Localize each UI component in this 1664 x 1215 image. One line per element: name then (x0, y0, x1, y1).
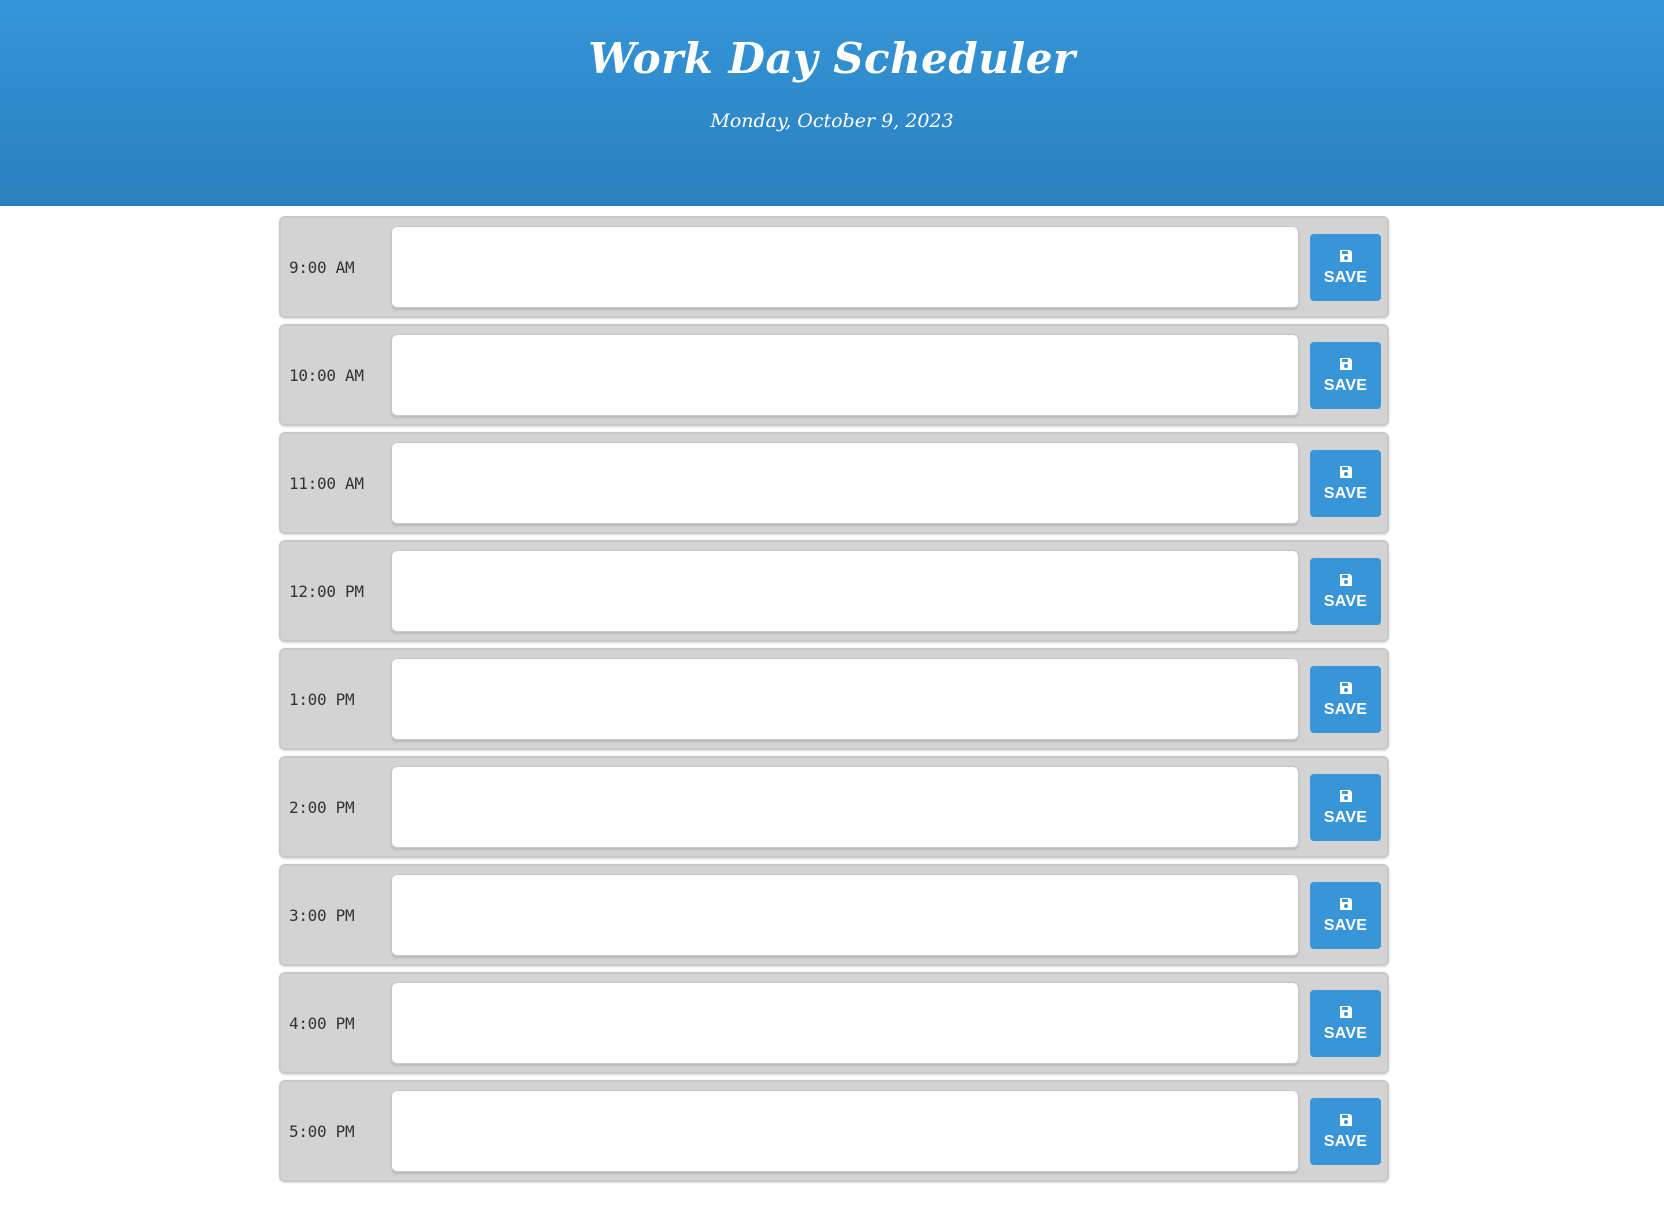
event-description-input[interactable] (391, 766, 1299, 848)
event-description-input[interactable] (391, 982, 1299, 1064)
save-icon (1339, 465, 1352, 478)
save-button[interactable]: SAVE (1310, 450, 1381, 517)
save-icon (1339, 249, 1352, 262)
save-button[interactable]: SAVE (1310, 774, 1381, 841)
event-description-input[interactable] (391, 334, 1299, 416)
save-button[interactable]: SAVE (1310, 666, 1381, 733)
time-block-5pm: 5:00 PM SAVE (279, 1080, 1389, 1182)
time-block-10am: 10:00 AM SAVE (279, 324, 1389, 426)
save-icon (1339, 1005, 1352, 1018)
event-description-input[interactable] (391, 658, 1299, 740)
hour-label: 10:00 AM (289, 365, 364, 385)
save-button[interactable]: SAVE (1310, 558, 1381, 625)
current-date: Monday, October 9, 2023 (710, 110, 954, 132)
save-button[interactable]: SAVE (1310, 882, 1381, 949)
save-button-label: SAVE (1323, 268, 1368, 286)
save-icon (1339, 789, 1352, 802)
page-header: Work Day Scheduler Monday, October 9, 20… (0, 0, 1664, 206)
hour-label: 2:00 PM (289, 797, 355, 817)
save-button[interactable]: SAVE (1310, 1098, 1381, 1165)
time-block-3pm: 3:00 PM SAVE (279, 864, 1389, 966)
hour-label: 1:00 PM (289, 689, 355, 709)
hour-label: 5:00 PM (289, 1121, 355, 1141)
hour-label: 4:00 PM (289, 1013, 355, 1033)
time-block-9am: 9:00 AM SAVE (279, 216, 1389, 318)
save-button-label: SAVE (1323, 916, 1368, 934)
save-button[interactable]: SAVE (1310, 234, 1381, 301)
save-icon (1339, 1113, 1352, 1126)
save-icon (1339, 573, 1352, 586)
save-icon (1339, 897, 1352, 910)
save-button[interactable]: SAVE (1310, 342, 1381, 409)
scheduler-container: 9:00 AM SAVE 10:00 AM SAVE 11:00 AM SAVE… (279, 216, 1389, 1188)
save-button-label: SAVE (1323, 1024, 1368, 1042)
event-description-input[interactable] (391, 442, 1299, 524)
save-button-label: SAVE (1323, 484, 1368, 502)
time-block-2pm: 2:00 PM SAVE (279, 756, 1389, 858)
event-description-input[interactable] (391, 874, 1299, 956)
save-button[interactable]: SAVE (1310, 990, 1381, 1057)
hour-label: 9:00 AM (289, 257, 355, 277)
hour-label: 12:00 PM (289, 581, 364, 601)
app-title: Work Day Scheduler (588, 34, 1076, 83)
save-button-label: SAVE (1323, 1132, 1368, 1150)
time-block-12pm: 12:00 PM SAVE (279, 540, 1389, 642)
time-block-11am: 11:00 AM SAVE (279, 432, 1389, 534)
event-description-input[interactable] (391, 550, 1299, 632)
save-button-label: SAVE (1323, 592, 1368, 610)
time-block-4pm: 4:00 PM SAVE (279, 972, 1389, 1074)
save-button-label: SAVE (1323, 808, 1368, 826)
hour-label: 11:00 AM (289, 473, 364, 493)
save-button-label: SAVE (1323, 700, 1368, 718)
time-block-1pm: 1:00 PM SAVE (279, 648, 1389, 750)
event-description-input[interactable] (391, 1090, 1299, 1172)
hour-label: 3:00 PM (289, 905, 355, 925)
save-icon (1339, 357, 1352, 370)
save-button-label: SAVE (1323, 376, 1368, 394)
save-icon (1339, 681, 1352, 694)
event-description-input[interactable] (391, 226, 1299, 308)
